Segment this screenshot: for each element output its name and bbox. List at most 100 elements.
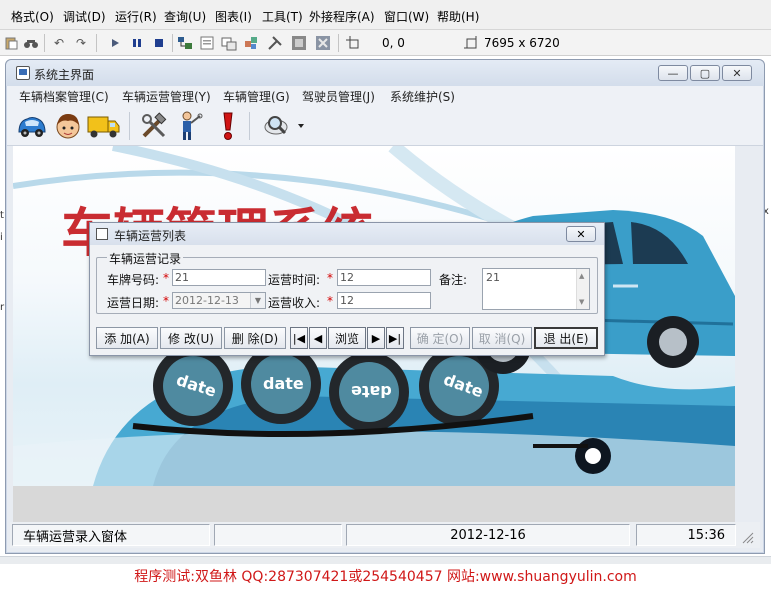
remark-field[interactable]: 21 ▲ ▼ [482,268,590,310]
delete-button[interactable]: 删 除(D) [224,327,286,349]
position-icon [344,34,362,52]
stop-icon[interactable] [150,34,168,52]
edge-fragment: i [0,232,3,243]
ide-menu-window[interactable]: 窗口(W) [384,8,429,25]
close-button[interactable]: ✕ [722,65,752,81]
ide-toolbar: ↶ ↷ 0, 0 7695 x 6720 [0,30,771,56]
maximize-button[interactable]: ▢ [690,65,720,81]
main-title: 系统主界面 [34,68,95,82]
ide-menu-debug[interactable]: 调试(D) [63,8,106,25]
date-picker[interactable]: 2012-12-13 ▼ [172,292,266,309]
ide-menubar: 格式(O) 调试(D) 运行(R) 查询(U) 图表(I) 工具(T) 外接程序… [0,0,771,30]
remark-label: 备注: [439,273,468,287]
car-icon[interactable] [15,110,49,142]
ide-menu-addins[interactable]: 外接程序(A) [309,8,375,25]
form-icon [96,228,108,240]
dialog-close-button[interactable]: ✕ [566,226,596,242]
prev-record-button[interactable]: ◀ [309,327,327,349]
time-field[interactable]: 12 [337,269,431,286]
ide-menu-tools[interactable]: 工具(T) [262,8,303,25]
status-empty-panel [214,524,342,546]
main-toolbar [7,106,763,146]
ide-menu-chart[interactable]: 图表(I) [215,8,252,25]
last-record-button[interactable]: ▶| [386,327,404,349]
start-icon[interactable] [106,34,124,52]
status-message: 车辆运营录入窗体 [12,524,210,546]
visual-component-icon[interactable] [314,34,332,52]
properties-icon[interactable] [198,34,216,52]
edit-button[interactable]: 修 改(U) [160,327,222,349]
minimize-button[interactable]: — [658,65,688,81]
first-record-button[interactable]: |◀ [290,327,308,349]
group-label: 车辆运营记录 [107,250,184,267]
magnifier-icon[interactable] [261,110,307,142]
plate-label: 车牌号码: [107,273,160,287]
data-view-icon[interactable] [290,34,308,52]
time-label: 运营时间: [268,273,321,287]
menu-driver-management[interactable]: 驾驶员管理(J) [302,88,375,105]
ide-menu-query[interactable]: 查询(U) [164,8,206,25]
next-record-button[interactable]: ▶ [367,327,385,349]
size-icon [462,34,480,52]
required-mark: * [327,271,333,285]
driver-avatar-icon[interactable] [51,110,85,142]
confirm-button[interactable]: 确 定(O) [410,327,470,349]
income-field[interactable]: 12 [337,292,431,309]
status-date: 2012-12-16 [346,524,630,546]
size-readout: 7695 x 6720 [484,36,560,50]
redo-icon[interactable]: ↷ [72,34,90,52]
toolbox-icon[interactable] [266,34,284,52]
status-time: 15:36 [636,524,736,546]
operation-list-dialog: 车辆运营列表 ✕ 车辆运营记录 车牌号码: * 21 运营时间: * 12 备注… [89,222,605,356]
browse-button[interactable]: 浏览 [328,327,366,349]
menu-system-maintenance[interactable]: 系统维护(S) [390,88,455,105]
dialog-titlebar[interactable]: 车辆运营列表 ✕ [90,223,604,245]
required-mark: * [163,294,169,308]
truck-icon[interactable] [87,110,121,142]
scroll-down-icon[interactable]: ▼ [579,298,584,306]
main-titlebar[interactable]: 系统主界面 — ▢ ✕ [6,60,764,86]
chevron-down-icon[interactable]: ▼ [250,293,265,308]
form-layout-icon[interactable] [220,34,238,52]
menu-vehicle-archive[interactable]: 车辆档案管理(C) [19,88,109,105]
find-icon[interactable] [22,34,40,52]
date-badge-3: date [351,382,392,401]
exit-button[interactable]: 退 出(E) [534,327,598,349]
menu-vehicle-management[interactable]: 车辆管理(G) [223,88,290,105]
ide-menu-help[interactable]: 帮助(H) [437,8,479,25]
paste-icon[interactable] [2,34,20,52]
operation-record-group: 车辆运营记录 车牌号码: * 21 运营时间: * 12 备注: 21 ▲ ▼ … [96,250,598,314]
remark-text: 21 [486,271,500,284]
worker-icon[interactable] [173,110,207,142]
plate-field[interactable]: 21 [172,269,266,286]
break-icon[interactable] [128,34,146,52]
warning-icon[interactable] [211,110,245,142]
author-credit: 程序测试:双鱼林 QQ:287307421或254540457 网站:www.s… [134,569,637,585]
tools-icon[interactable] [137,110,171,142]
position-readout: 0, 0 [382,36,405,50]
date-label: 运营日期: [107,296,160,310]
project-explorer-icon[interactable] [176,34,194,52]
menu-vehicle-operation[interactable]: 车辆运营管理(Y) [122,88,211,105]
add-button[interactable]: 添 加(A) [96,327,158,349]
dialog-title: 车辆运营列表 [114,229,187,243]
edge-fragment: r [0,302,5,313]
cancel-button[interactable]: 取 消(Q) [472,327,532,349]
main-menubar: 车辆档案管理(C) 车辆运营管理(Y) 车辆管理(G) 驾驶员管理(J) 系统维… [7,86,763,106]
edge-fragment: t [0,210,4,221]
ide-menu-run[interactable]: 运行(R) [115,8,157,25]
income-label: 运营收入: [268,296,321,310]
remark-scrollbar[interactable]: ▲ ▼ [576,269,589,309]
object-browser-icon[interactable] [242,34,260,52]
status-bar: 车辆运营录入窗体 2012-12-16 15:36 [10,522,760,548]
date-value: 2012-12-13 [175,294,239,307]
form-icon [16,66,30,80]
scroll-up-icon[interactable]: ▲ [579,272,584,280]
ide-menu-format[interactable]: 格式(O) [11,8,54,25]
resize-grip-icon[interactable] [740,530,754,544]
required-mark: * [327,294,333,308]
ide-bottom-strip [0,556,771,564]
dialog-button-bar: 添 加(A) 修 改(U) 删 除(D) |◀ ◀ 浏览 ▶ ▶| 确 定(O)… [96,327,598,349]
undo-icon[interactable]: ↶ [50,34,68,52]
required-mark: * [163,271,169,285]
